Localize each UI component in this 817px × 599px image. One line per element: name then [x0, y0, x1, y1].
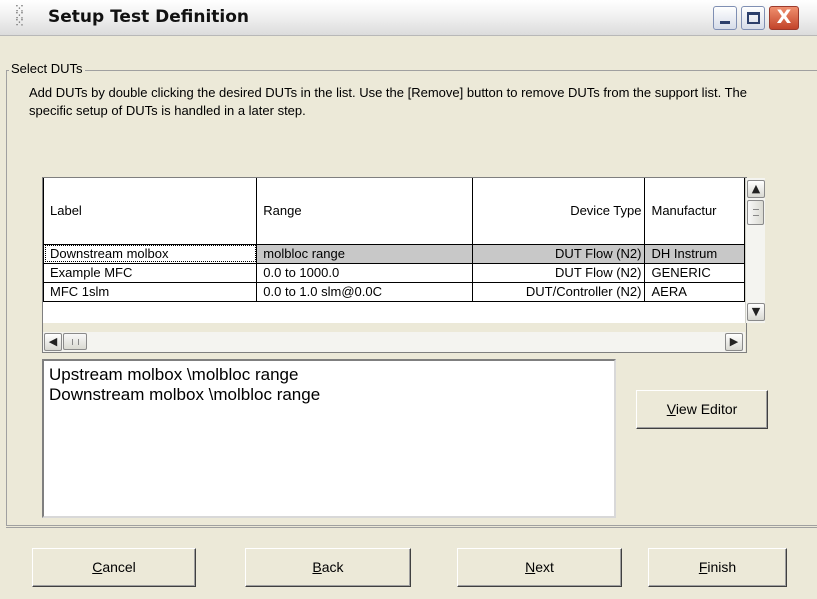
maximize-icon [747, 12, 760, 24]
instructions-text: Add DUTs by double clicking the desired … [29, 85, 747, 118]
view-editor-button[interactable]: View Editor [636, 390, 768, 429]
horizontal-scroll-thumb[interactable] [63, 333, 87, 350]
list-item[interactable]: Upstream molbox \molbloc range [49, 365, 614, 385]
cancel-button[interactable]: Cancel [32, 548, 196, 587]
grid-viewport: Label Range Device Type Manufactur Downs… [43, 178, 745, 323]
cell-manufacturer[interactable]: AERA [644, 281, 745, 302]
back-button[interactable]: Back [245, 548, 411, 587]
dut-grid[interactable]: Label Range Device Type Manufactur Downs… [42, 177, 765, 353]
scroll-down-icon[interactable]: ▼ [747, 303, 765, 321]
dut-table: Label Range Device Type Manufactur Downs… [43, 178, 745, 302]
maximize-button[interactable] [741, 6, 765, 30]
scroll-up-icon[interactable]: ▲ [747, 180, 765, 198]
cell-device-type[interactable]: DUT Flow (N2) [471, 243, 646, 264]
table-row[interactable]: Example MFC 0.0 to 1000.0 DUT Flow (N2) … [43, 262, 745, 283]
column-header-range[interactable]: Range [256, 178, 473, 245]
column-header-device-type[interactable]: Device Type [471, 178, 646, 245]
cell-device-type[interactable]: DUT/Controller (N2) [471, 281, 646, 302]
cell-manufacturer[interactable]: DH Instrum [644, 243, 745, 264]
vertical-scrollbar[interactable]: ▲ ▼ [745, 178, 765, 323]
cell-label[interactable]: Downstream molbox [43, 243, 258, 264]
next-button[interactable]: Next [457, 548, 622, 587]
column-header-manufacturer[interactable]: Manufactur [644, 178, 745, 245]
group-legend: Select DUTs [9, 61, 85, 76]
window-title: Setup Test Definition [48, 7, 250, 27]
list-item[interactable]: Downstream molbox \molbloc range [49, 385, 614, 405]
title-bar: ⁙ ⁙ ⁙ Setup Test Definition X [0, 0, 817, 36]
scroll-right-icon[interactable]: ▶ [725, 333, 743, 351]
cell-device-type[interactable]: DUT Flow (N2) [471, 262, 646, 283]
setup-app-icon: ⁙ ⁙ ⁙ [14, 2, 25, 31]
horizontal-scrollbar[interactable]: ◀ ▶ [43, 332, 745, 352]
cell-label[interactable]: Example MFC [43, 262, 258, 283]
close-button[interactable]: X [769, 6, 799, 30]
table-row[interactable]: MFC 1slm 0.0 to 1.0 slm@0.0C DUT/Control… [43, 281, 745, 302]
vertical-scroll-thumb[interactable] [747, 200, 764, 225]
cell-manufacturer[interactable]: GENERIC [644, 262, 745, 283]
scroll-left-icon[interactable]: ◀ [44, 333, 62, 351]
cell-range[interactable]: molbloc range [256, 243, 473, 264]
cell-range[interactable]: 0.0 to 1000.0 [256, 262, 473, 283]
cell-range[interactable]: 0.0 to 1.0 slm@0.0C [256, 281, 473, 302]
cell-label[interactable]: MFC 1slm [43, 281, 258, 302]
minimize-icon [720, 21, 730, 24]
column-header-label[interactable]: Label [43, 178, 258, 245]
close-icon: X [776, 6, 792, 28]
finish-button[interactable]: Finish [648, 548, 787, 587]
minimize-button[interactable] [713, 6, 737, 30]
table-row[interactable]: Downstream molbox molbloc range DUT Flow… [43, 243, 745, 264]
selected-duts-list[interactable]: Upstream molbox \molbloc range Downstrea… [42, 359, 616, 518]
